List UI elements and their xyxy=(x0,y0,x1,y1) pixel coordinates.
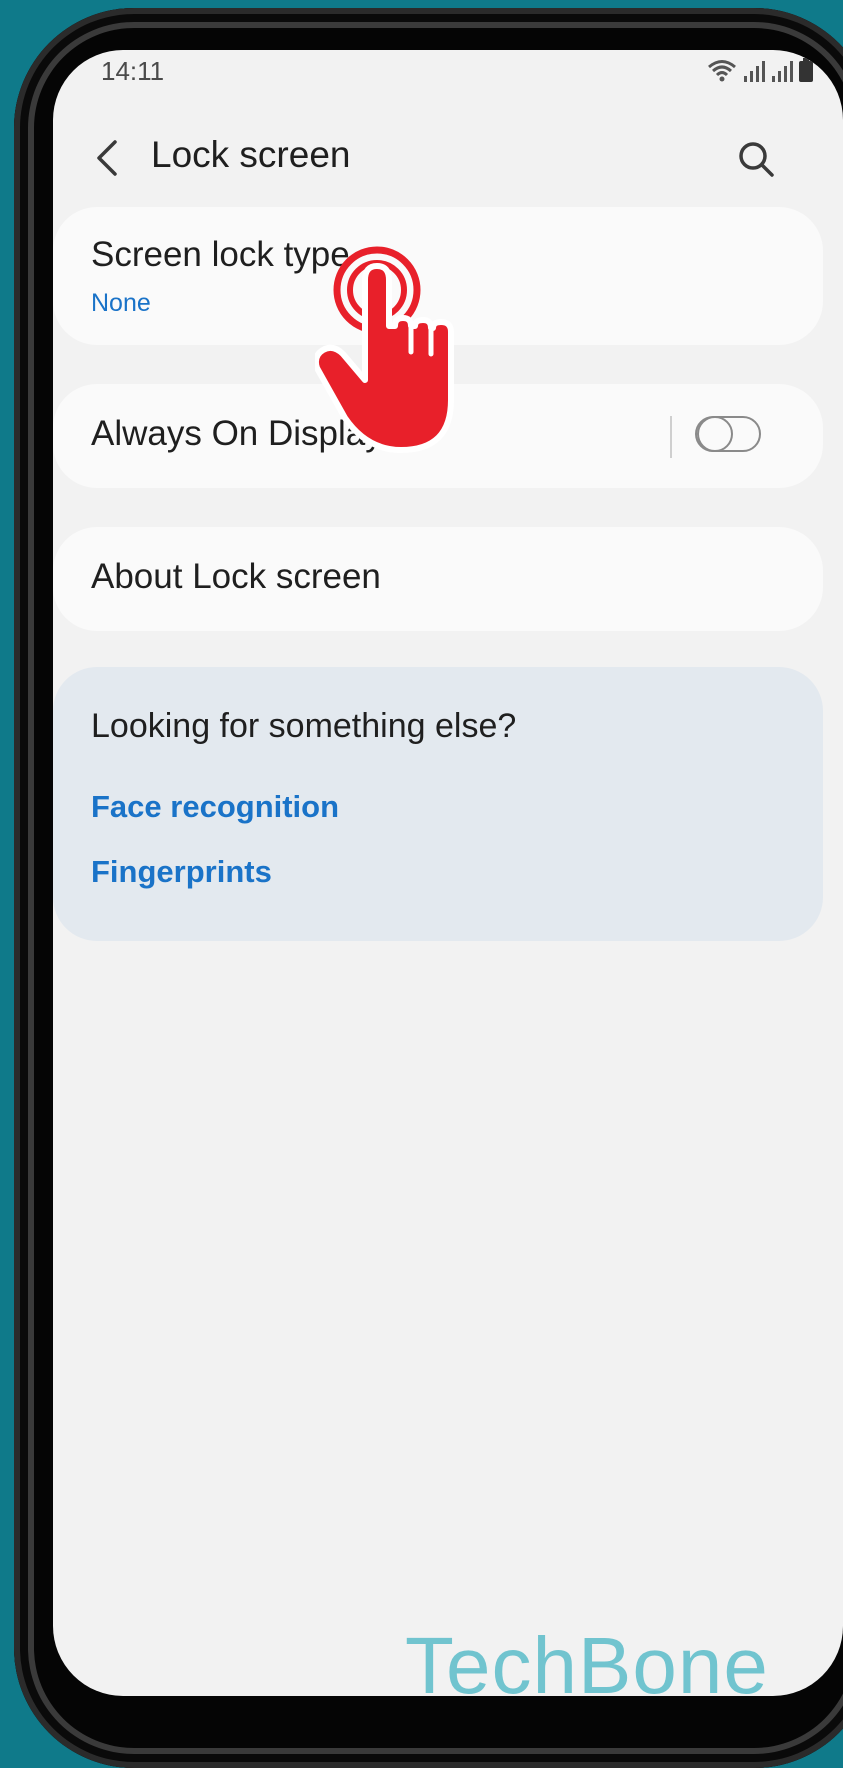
toggle-divider xyxy=(670,416,672,458)
techbone-watermark: TechBone xyxy=(405,1621,769,1710)
search-icon[interactable] xyxy=(737,140,775,178)
wifi-icon xyxy=(708,60,736,82)
screen-lock-type-value: None xyxy=(91,289,151,317)
status-icons xyxy=(707,56,813,82)
face-recognition-link[interactable]: Face recognition xyxy=(91,789,339,825)
tap-hand-icon xyxy=(315,246,454,453)
suggestions-heading: Looking for something else? xyxy=(91,707,517,745)
signal-icon xyxy=(744,61,765,82)
toggle-knob xyxy=(697,416,733,452)
app-header: Lock screen xyxy=(53,118,843,198)
suggestions-card: Looking for something else? Face recogni… xyxy=(53,667,823,941)
status-time: 14:11 xyxy=(101,56,165,86)
status-bar: 14:11 xyxy=(53,50,843,92)
page-title: Lock screen xyxy=(151,134,351,175)
fingerprints-link[interactable]: Fingerprints xyxy=(91,854,272,890)
battery-icon xyxy=(799,58,813,82)
always-on-display-toggle[interactable] xyxy=(695,416,761,452)
signal-icon xyxy=(772,61,793,82)
chevron-left-icon[interactable] xyxy=(91,138,121,178)
screen-lock-type-title: Screen lock type xyxy=(91,235,350,274)
about-lock-screen-item[interactable]: About Lock screen xyxy=(53,527,823,631)
about-lock-screen-title: About Lock screen xyxy=(91,557,381,596)
